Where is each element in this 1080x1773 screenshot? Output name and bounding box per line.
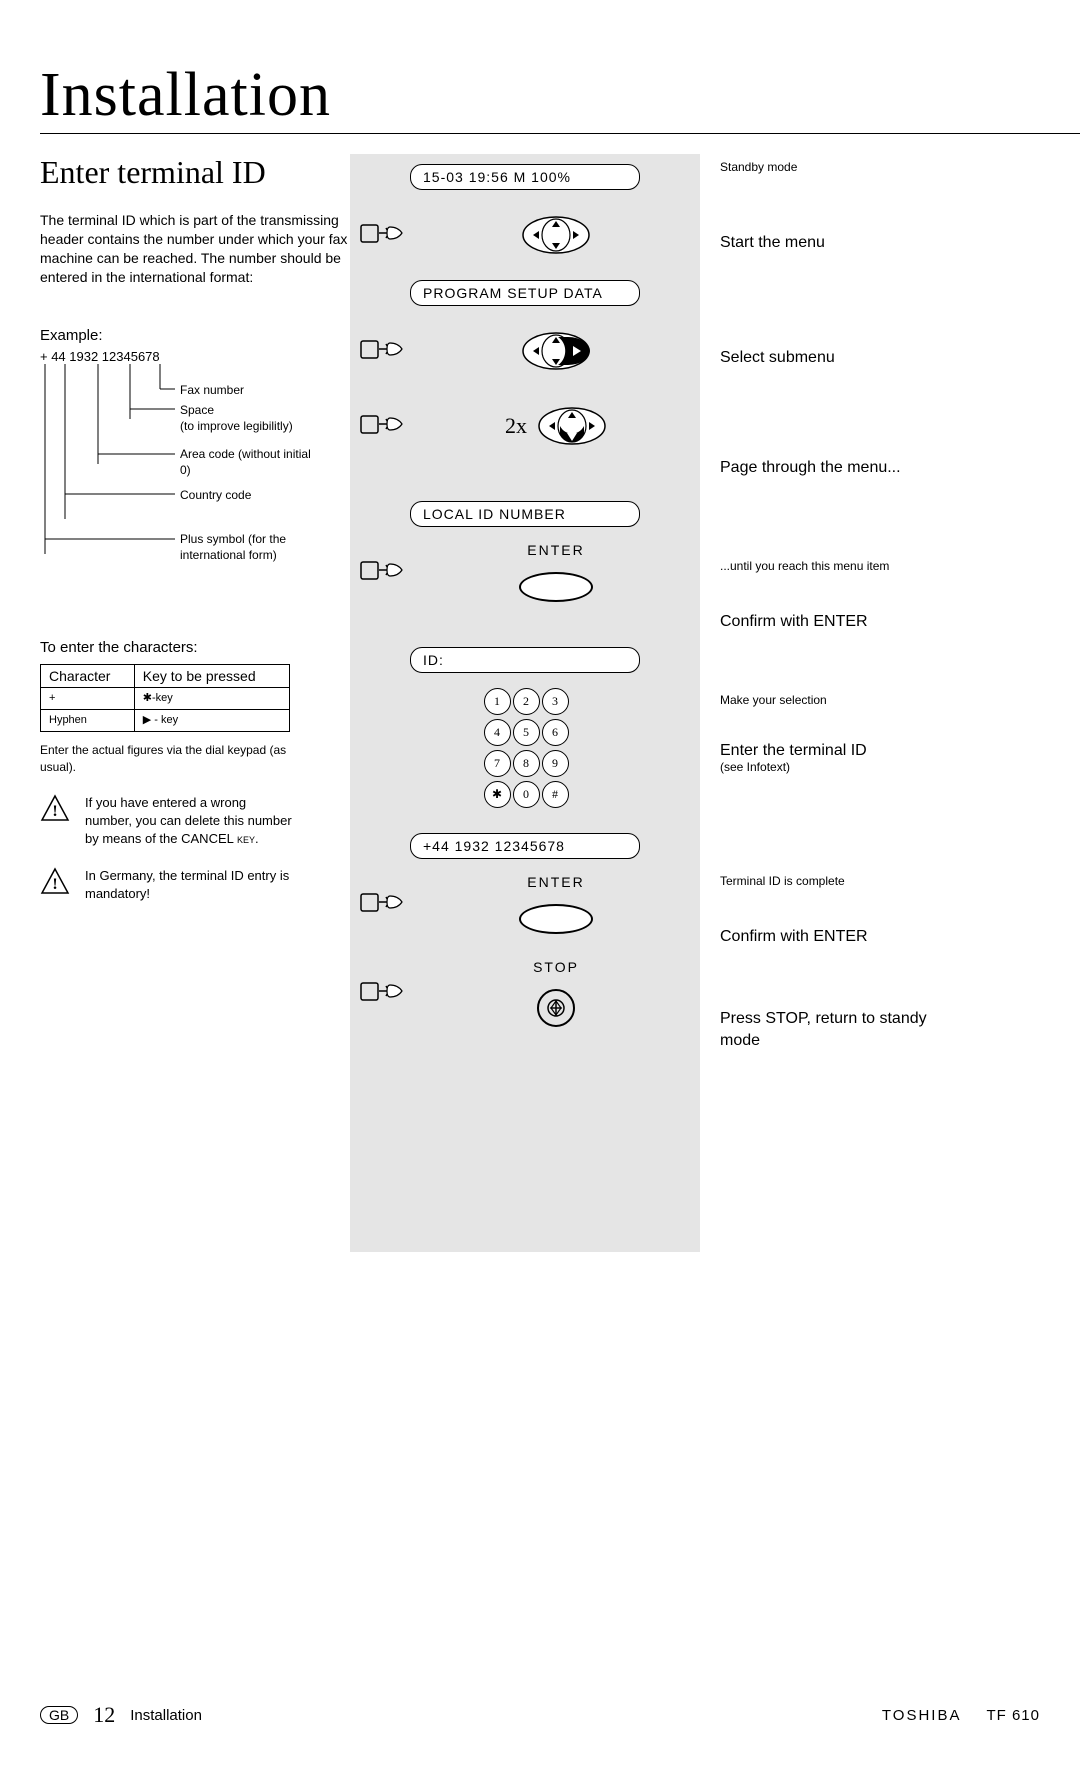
tree-area1: Area code (without initial <box>180 446 311 463</box>
stop-button-icon <box>537 989 575 1027</box>
key-8: 8 <box>513 750 540 777</box>
dpad-right-icon <box>521 331 591 371</box>
intro-paragraph: The terminal ID which is part of the tra… <box>40 211 350 287</box>
example-number: + 44 1932 12345678 <box>40 349 350 364</box>
r-make-selection: Make your selection <box>720 693 1040 707</box>
tree-plus2: international form) <box>180 547 277 564</box>
dpad-down-icon <box>537 406 607 446</box>
r-page-through: Page through the menu... <box>720 459 1040 549</box>
char-th1: Character <box>41 664 135 687</box>
footer-section: Installation <box>130 1707 202 1724</box>
key-9: 9 <box>542 750 569 777</box>
char-r2c2: ▶ - key <box>134 709 289 731</box>
svg-text:!: ! <box>52 876 57 893</box>
char-r1c2: ✱-key <box>134 687 289 709</box>
r-press-stop: Press STOP, return to standy mode <box>720 1008 940 1053</box>
pointing-hand-icon <box>360 219 404 252</box>
enter-button-icon <box>519 572 593 602</box>
tree-plus1: Plus symbol (for the <box>180 531 286 548</box>
r-start-menu: Start the menu <box>720 234 1040 324</box>
brand: TOSHIBA <box>882 1707 962 1724</box>
r-complete: Terminal ID is complete <box>720 874 1040 888</box>
enter-characters-label: To enter the characters: <box>40 639 350 656</box>
dial-keypad: 1 2 3 4 5 6 7 8 9 ✱ 0 # <box>360 688 690 808</box>
key-hash: # <box>542 781 569 808</box>
warning-icon: ! <box>40 794 70 822</box>
key-1: 1 <box>484 688 511 715</box>
key-5: 5 <box>513 719 540 746</box>
char-r1c1: + <box>41 687 135 709</box>
svg-text:!: ! <box>52 803 57 820</box>
warning-icon: ! <box>40 867 70 895</box>
key-0: 0 <box>513 781 540 808</box>
lcd-standby: 15-03 19:56 M 100% <box>410 164 640 190</box>
pointing-hand-icon <box>360 977 404 1010</box>
pointing-hand-icon <box>360 556 404 589</box>
tree-space2: (to improve legibilitly) <box>180 418 293 435</box>
tree-fax: Fax number <box>180 382 244 399</box>
key-7: 7 <box>484 750 511 777</box>
lcd-complete: +44 1932 12345678 <box>410 833 640 859</box>
model: TF 610 <box>986 1707 1040 1724</box>
r-until: ...until you reach this menu item <box>720 559 1040 573</box>
warn2: In Germany, the terminal ID entry is man… <box>85 867 295 903</box>
pointing-hand-icon <box>360 888 404 921</box>
character-table: Character Key to be pressed + ✱-key Hyph… <box>40 664 290 733</box>
lcd-program-setup: PROGRAM SETUP DATA <box>410 280 640 306</box>
char-th2: Key to be pressed <box>134 664 289 687</box>
lcd-local-id: LOCAL ID NUMBER <box>410 501 640 527</box>
example-label: Example: <box>40 327 350 344</box>
char-r2c1: Hyphen <box>41 709 135 731</box>
tree-country: Country code <box>180 487 251 504</box>
warn1b: CANCEL key. <box>181 831 259 846</box>
dial-note: Enter the actual figures via the dial ke… <box>40 742 300 776</box>
key-star: ✱ <box>484 781 511 808</box>
dpad-icon <box>521 215 591 255</box>
r-enter-id: Enter the terminal ID <box>720 742 1040 760</box>
enter-label: ENTER <box>527 874 584 890</box>
country-badge: GB <box>40 1706 78 1724</box>
key-4: 4 <box>484 719 511 746</box>
enter-button-icon <box>519 904 593 934</box>
r-confirm2: Confirm with ENTER <box>720 928 1040 988</box>
r-select-submenu: Select submenu <box>720 349 1040 439</box>
tree-area2: 0) <box>180 462 191 479</box>
key-3: 3 <box>542 688 569 715</box>
r-standby: Standby mode <box>720 160 1040 174</box>
key-6: 6 <box>542 719 569 746</box>
enter-label: ENTER <box>527 542 584 558</box>
page-title: Installation <box>40 60 1040 131</box>
lcd-id: ID: <box>410 647 640 673</box>
page-number: 12 <box>93 1702 115 1728</box>
tree-space1: Space <box>180 402 214 419</box>
key-2: 2 <box>513 688 540 715</box>
pointing-hand-icon <box>360 410 404 443</box>
section-heading: Enter terminal ID <box>40 154 350 191</box>
multiplier: 2x <box>505 413 527 439</box>
r-confirm1: Confirm with ENTER <box>720 613 1040 673</box>
pointing-hand-icon <box>360 335 404 368</box>
r-see-infotext: (see Infotext) <box>720 760 1040 774</box>
title-rule <box>40 133 1080 134</box>
stop-label: STOP <box>533 959 579 975</box>
